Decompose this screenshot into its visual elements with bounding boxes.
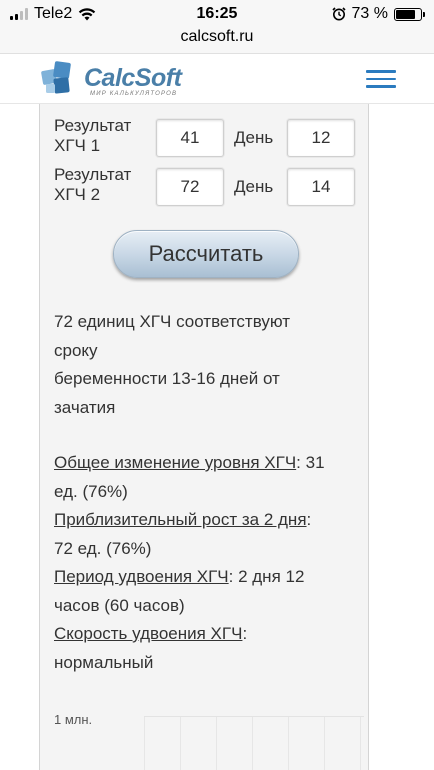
calculate-button[interactable]: Рассчитать: [113, 230, 299, 278]
url-text: calcsoft.ru: [180, 28, 254, 45]
status-bar: Tele2 16:25 73 %: [0, 0, 434, 28]
day-2-label: День: [234, 177, 274, 196]
battery-percent: 73 %: [351, 5, 388, 22]
status-right: 73 %: [331, 5, 425, 23]
logo-subtitle: МИР КАЛЬКУЛЯТОРОВ: [90, 91, 178, 97]
result-text: 72 единиц ХГЧ соответствуют сроку береме…: [54, 312, 291, 417]
hcg-row-2: Результат ХГЧ 2 72 День 14: [54, 165, 364, 209]
site-header: CalcSoft МИР КАЛЬКУЛЯТОРОВ: [0, 54, 434, 104]
detail-growth-link[interactable]: Приблизительный рост за 2 дня: [54, 510, 307, 529]
chart-grid: [144, 716, 364, 770]
logo-text: CalcSoft: [84, 64, 182, 92]
day-1-input[interactable]: 12: [287, 119, 355, 157]
detail-total-change: Общее изменение уровня ХГЧ: 31 ед. (76%): [54, 453, 325, 501]
menu-icon[interactable]: [366, 70, 396, 90]
detail-doubling-period: Период удвоения ХГЧ: 2 дня 12 часов (60 …: [54, 567, 305, 615]
hcg-chart: 1 млн.: [54, 712, 364, 770]
calcsoft-logo[interactable]: CalcSoft МИР КАЛЬКУЛЯТОРОВ: [40, 60, 182, 100]
calculator-card: Результат ХГЧ 1 41 День 12 Результат ХГЧ…: [39, 104, 369, 770]
battery-icon: [394, 7, 425, 21]
hcg-row-1: Результат ХГЧ 1 41 День 12: [54, 116, 364, 160]
hcg-2-input[interactable]: 72: [156, 168, 224, 206]
hcg-1-label: Результат ХГЧ 1: [54, 116, 132, 155]
hcg-1-input[interactable]: 41: [156, 119, 224, 157]
hcg-2-label: Результат ХГЧ 2: [54, 165, 132, 204]
url-bar[interactable]: calcsoft.ru: [0, 28, 434, 54]
detail-doubling-speed-link[interactable]: Скорость удвоения ХГЧ: [54, 624, 242, 643]
day-2-input[interactable]: 14: [287, 168, 355, 206]
detail-doubling-speed: Скорость удвоения ХГЧ: нормальный: [54, 624, 248, 672]
logo-cubes-icon: [41, 61, 71, 94]
detail-growth-2-days: Приблизительный рост за 2 дня: 72 ед. (7…: [54, 510, 312, 558]
detail-total-change-link[interactable]: Общее изменение уровня ХГЧ: [54, 453, 296, 472]
day-1-label: День: [234, 128, 274, 147]
detail-doubling-period-link[interactable]: Период удвоения ХГЧ: [54, 567, 229, 586]
chart-y-label: 1 млн.: [54, 712, 93, 727]
alarm-icon: [331, 7, 346, 21]
result-details: Общее изменение уровня ХГЧ: 31 ед. (76%)…: [54, 449, 354, 677]
